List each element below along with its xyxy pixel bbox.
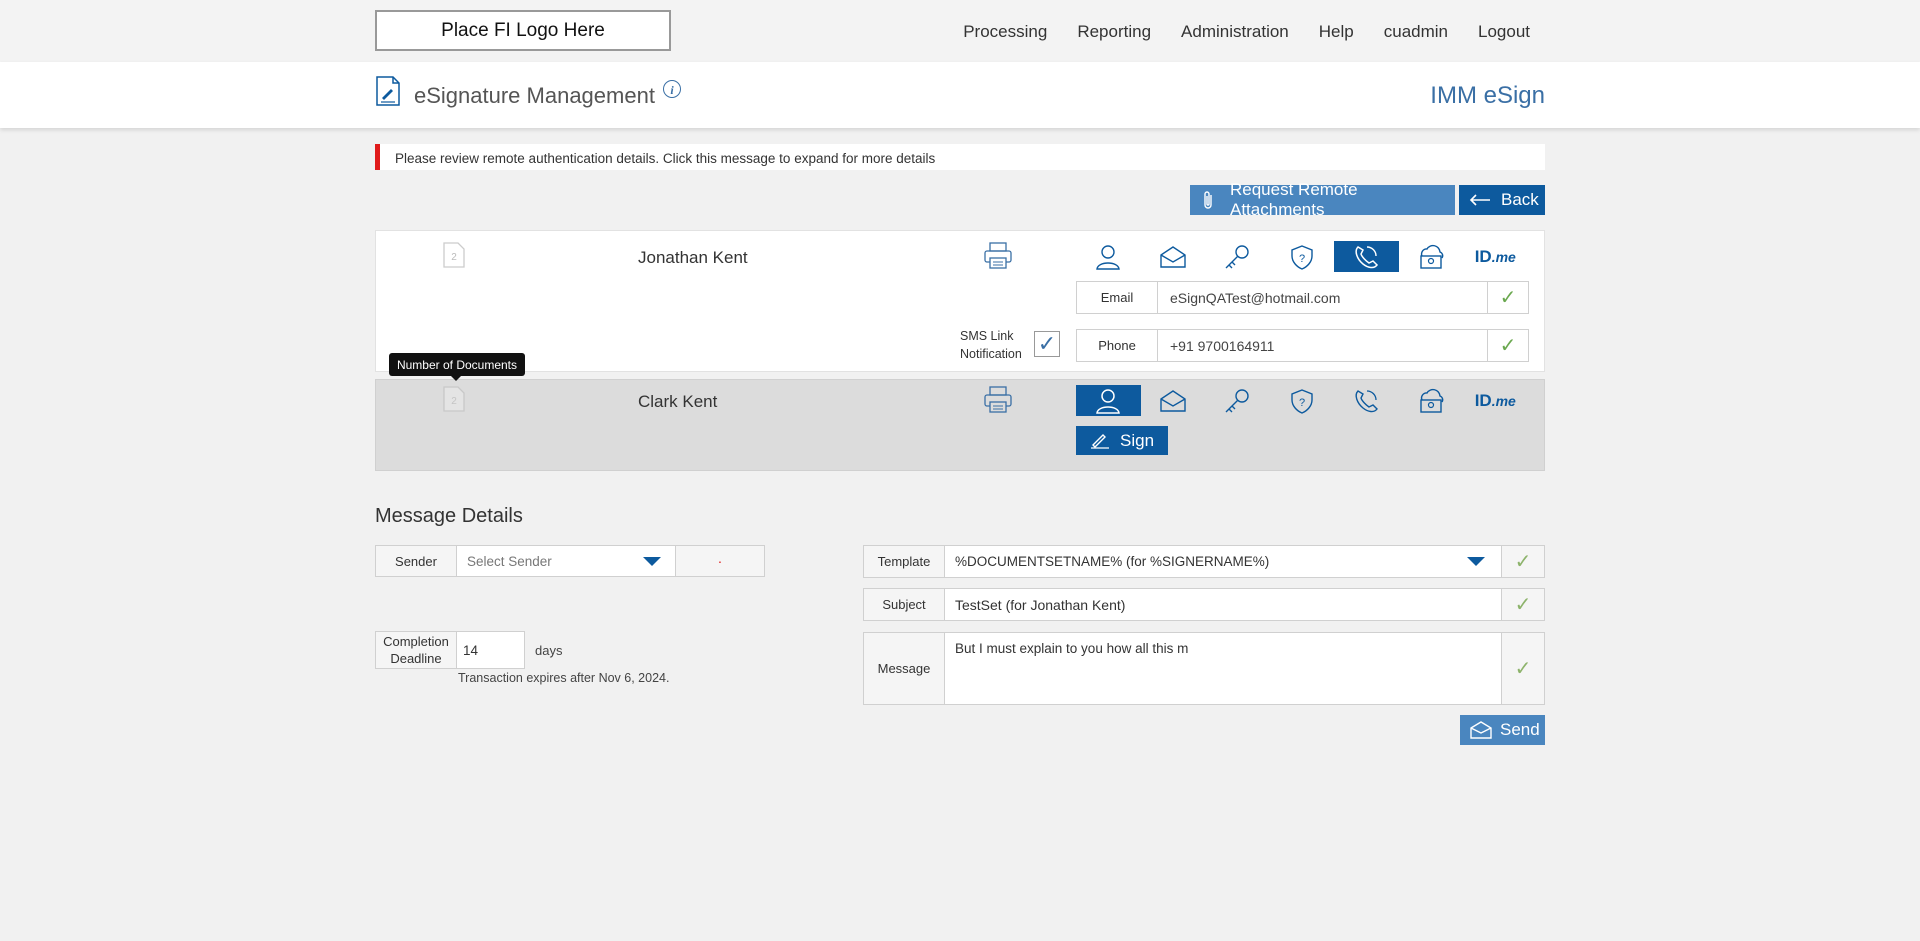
template-label: Template bbox=[864, 546, 945, 577]
required-indicator: · bbox=[675, 546, 764, 576]
paperclip-icon bbox=[1202, 190, 1216, 210]
printer-icon[interactable] bbox=[983, 386, 1013, 414]
info-icon[interactable]: i bbox=[663, 80, 681, 98]
document-sign-icon bbox=[375, 76, 401, 106]
document-count: 2 bbox=[451, 252, 457, 263]
back-button[interactable]: Back bbox=[1459, 185, 1545, 215]
cloud-id-icon[interactable] bbox=[1399, 385, 1464, 416]
sms-link-notification-label: SMS Link Notification bbox=[960, 327, 1022, 363]
sign-button[interactable]: Sign bbox=[1076, 426, 1168, 455]
in-person-icon[interactable] bbox=[1076, 385, 1141, 416]
idme-icon[interactable]: ID.me bbox=[1463, 385, 1528, 416]
nav-help[interactable]: Help bbox=[1319, 22, 1354, 42]
arrow-left-icon bbox=[1469, 194, 1491, 206]
pen-icon bbox=[1090, 433, 1110, 449]
page-title: eSignature Management bbox=[414, 83, 655, 108]
phone-field: Phone +91 9700164911 ✓ bbox=[1076, 329, 1529, 362]
in-person-icon[interactable] bbox=[1076, 241, 1141, 272]
completion-label-line-2: Deadline bbox=[390, 651, 442, 666]
main-nav: Processing Reporting Administration Help… bbox=[933, 22, 1530, 42]
sms-notification-checkbox[interactable]: ✓ bbox=[1034, 331, 1060, 357]
sender-field: Sender Select Sender · bbox=[375, 545, 765, 577]
chevron-down-icon bbox=[643, 556, 661, 566]
sender-placeholder: Select Sender bbox=[467, 553, 552, 569]
key-icon[interactable] bbox=[1205, 241, 1270, 272]
cloud-id-icon[interactable] bbox=[1399, 241, 1464, 272]
expiry-note: Transaction expires after Nov 6, 2024. bbox=[458, 671, 670, 685]
documents-count-icon[interactable]: 2 bbox=[443, 386, 465, 412]
nav-reporting[interactable]: Reporting bbox=[1077, 22, 1151, 42]
message-details-title: Message Details bbox=[375, 505, 523, 527]
completion-deadline-field: Completion Deadline 14 bbox=[375, 631, 525, 669]
completion-deadline-label: Completion Deadline bbox=[376, 632, 457, 668]
chevron-down-icon bbox=[1467, 557, 1485, 566]
days-label: days bbox=[535, 643, 563, 658]
email-send-icon bbox=[1470, 721, 1492, 739]
email-field: Email eSignQATest@hotmail.com ✓ bbox=[1076, 281, 1529, 314]
subject-field: Subject TestSet (for Jonathan Kent) ✓ bbox=[863, 588, 1545, 621]
idme-me-text: .me bbox=[1491, 248, 1516, 265]
sender-label: Sender bbox=[376, 546, 457, 576]
fi-logo-placeholder: Place FI Logo Here bbox=[375, 10, 671, 51]
idme-id-text: ID bbox=[1474, 246, 1492, 266]
nav-logout[interactable]: Logout bbox=[1478, 22, 1530, 42]
email-value[interactable]: eSignQATest@hotmail.com bbox=[1158, 282, 1487, 313]
printer-icon[interactable] bbox=[983, 242, 1013, 270]
request-remote-attachments-label: Request Remote Attachments bbox=[1230, 180, 1358, 219]
send-label: Send bbox=[1500, 720, 1540, 739]
svg-text:?: ? bbox=[1299, 253, 1305, 265]
sms-label-line-2: Notification bbox=[960, 347, 1022, 361]
signer-name: Clark Kent bbox=[638, 392, 718, 411]
auth-methods-signer-2: ? ID.me bbox=[1076, 385, 1528, 416]
key-icon[interactable] bbox=[1205, 385, 1270, 416]
message-field: Message But I must explain to you how al… bbox=[863, 632, 1545, 705]
number-of-documents-tooltip: Number of Documents bbox=[389, 353, 525, 381]
subject-label: Subject bbox=[864, 589, 945, 620]
email-icon[interactable] bbox=[1141, 241, 1206, 272]
subject-input[interactable]: TestSet (for Jonathan Kent) bbox=[945, 589, 1501, 620]
message-textarea[interactable]: But I must explain to you how all this m bbox=[945, 633, 1501, 704]
idme-me-text: .me bbox=[1491, 392, 1516, 409]
email-label: Email bbox=[1077, 282, 1158, 313]
completion-label-line-1: Completion bbox=[383, 634, 449, 649]
documents-count-icon[interactable]: 2 bbox=[443, 242, 465, 268]
brand-name: IMM eSign bbox=[1430, 82, 1545, 109]
completion-deadline-input[interactable]: 14 bbox=[457, 632, 524, 668]
svg-text:?: ? bbox=[1299, 397, 1305, 409]
send-button[interactable]: Send bbox=[1460, 715, 1545, 745]
nav-administration[interactable]: Administration bbox=[1181, 22, 1289, 42]
auth-methods-signer-1: ? ID.me bbox=[1076, 241, 1528, 272]
checkmark-icon: ✓ bbox=[1501, 589, 1544, 620]
sender-select[interactable]: Select Sender bbox=[457, 546, 675, 576]
checkmark-icon: ✓ bbox=[1487, 330, 1528, 361]
sign-label: Sign bbox=[1120, 430, 1155, 450]
signer-name: Jonathan Kent bbox=[638, 248, 748, 267]
security-question-icon[interactable]: ? bbox=[1270, 385, 1335, 416]
page-header bbox=[0, 62, 1920, 128]
document-count: 2 bbox=[451, 396, 457, 407]
auth-review-alert[interactable]: Please review remote authentication deta… bbox=[375, 144, 1545, 170]
back-label: Back bbox=[1501, 190, 1539, 209]
security-question-icon[interactable]: ? bbox=[1270, 241, 1335, 272]
email-icon[interactable] bbox=[1141, 385, 1206, 416]
template-value: %DOCUMENTSETNAME% (for %SIGNERNAME%) bbox=[955, 554, 1270, 569]
phone-callback-icon[interactable] bbox=[1334, 241, 1399, 272]
phone-label: Phone bbox=[1077, 330, 1158, 361]
template-field: Template %DOCUMENTSETNAME% (for %SIGNERN… bbox=[863, 545, 1545, 578]
phone-value[interactable]: +91 9700164911 bbox=[1158, 330, 1487, 361]
checkmark-icon: ✓ bbox=[1487, 282, 1528, 313]
checkmark-icon: ✓ bbox=[1501, 633, 1544, 704]
nav-user[interactable]: cuadmin bbox=[1384, 22, 1448, 42]
template-select[interactable]: %DOCUMENTSETNAME% (for %SIGNERNAME%) bbox=[945, 546, 1501, 577]
request-remote-attachments-button[interactable]: Request Remote Attachments bbox=[1190, 180, 1455, 219]
idme-icon[interactable]: ID.me bbox=[1463, 241, 1528, 272]
top-bar: Place FI Logo Here Processing Reporting … bbox=[0, 0, 1920, 62]
checkmark-icon: ✓ bbox=[1501, 546, 1544, 577]
idme-id-text: ID bbox=[1474, 390, 1492, 410]
sms-label-line-1: SMS Link bbox=[960, 329, 1014, 343]
phone-callback-icon[interactable] bbox=[1334, 385, 1399, 416]
nav-processing[interactable]: Processing bbox=[963, 22, 1047, 42]
message-label: Message bbox=[864, 633, 945, 704]
